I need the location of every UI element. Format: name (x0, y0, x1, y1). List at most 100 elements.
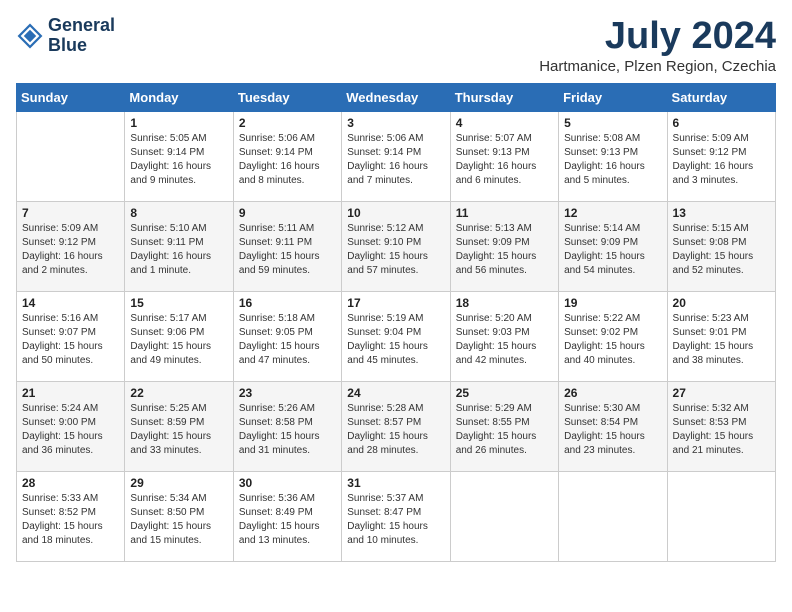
day-info: Sunrise: 5:12 AMSunset: 9:10 PMDaylight:… (347, 222, 444, 278)
day-number: 8 (130, 206, 227, 220)
day-info: Sunrise: 5:15 AMSunset: 9:08 PMDaylight:… (673, 222, 770, 278)
day-info: Sunrise: 5:18 AMSunset: 9:05 PMDaylight:… (239, 312, 336, 368)
day-info: Sunrise: 5:23 AMSunset: 9:01 PMDaylight:… (673, 312, 770, 368)
day-number: 1 (130, 116, 227, 130)
calendar-cell: 23Sunrise: 5:26 AMSunset: 8:58 PMDayligh… (233, 381, 341, 471)
day-info: Sunrise: 5:22 AMSunset: 9:02 PMDaylight:… (564, 312, 661, 368)
calendar-week-row: 7Sunrise: 5:09 AMSunset: 9:12 PMDaylight… (17, 201, 776, 291)
day-info: Sunrise: 5:06 AMSunset: 9:14 PMDaylight:… (239, 132, 336, 188)
calendar-cell: 4 Sunrise: 5:07 AMSunset: 9:13 PMDaylight… (450, 111, 558, 201)
day-info: Sunrise: 5:34 AMSunset: 8:50 PMDaylight:… (130, 492, 227, 548)
weekday-header: Sunday (17, 83, 125, 111)
day-info: Sunrise: 5:14 AMSunset: 9:09 PMDaylight:… (564, 222, 661, 278)
day-number: 21 (22, 386, 119, 400)
calendar-cell: 15Sunrise: 5:17 AMSunset: 9:06 PMDayligh… (125, 291, 233, 381)
day-info: Sunrise: 5:08 AMSunset: 9:13 PMDaylight:… (564, 132, 661, 188)
calendar-cell (450, 471, 558, 561)
day-info: Sunrise: 5:09 AMSunset: 9:12 PMDaylight:… (673, 132, 770, 188)
day-number: 11 (456, 206, 553, 220)
page-header: General Blue July 2024 Hartmanice, Plzen… (16, 16, 776, 75)
weekday-header: Monday (125, 83, 233, 111)
calendar-week-row: 28 Sunrise: 5:33 AMSunset: 8:52 PMDayligh… (17, 471, 776, 561)
title-section: July 2024 Hartmanice, Plzen Region, Czec… (539, 16, 776, 75)
day-info: Sunrise: 5:11 AMSunset: 9:11 PMDaylight:… (239, 222, 336, 278)
day-number: 17 (347, 296, 444, 310)
day-info: Sunrise: 5:37 AMSunset: 8:47 PMDaylight:… (347, 492, 444, 548)
logo-line2: Blue (48, 36, 115, 56)
location: Hartmanice, Plzen Region, Czechia (539, 58, 776, 75)
day-number: 26 (564, 386, 661, 400)
day-number: 24 (347, 386, 444, 400)
day-number: 3 (347, 116, 444, 130)
calendar-cell (667, 471, 775, 561)
calendar-cell: 25 Sunrise: 5:29 AMSunset: 8:55 PMDayligh… (450, 381, 558, 471)
day-info: Sunrise: 5:19 AMSunset: 9:04 PMDaylight:… (347, 312, 444, 368)
calendar-table: SundayMondayTuesdayWednesdayThursdayFrid… (16, 83, 776, 562)
weekday-row: SundayMondayTuesdayWednesdayThursdayFrid… (17, 83, 776, 111)
calendar-cell: 11Sunrise: 5:13 AMSunset: 9:09 PMDayligh… (450, 201, 558, 291)
calendar-cell: 13 Sunrise: 5:15 AMSunset: 9:08 PMDayligh… (667, 201, 775, 291)
day-number: 18 (456, 296, 553, 310)
day-info: Sunrise: 5:20 AMSunset: 9:03 PMDaylight:… (456, 312, 553, 368)
month-title: July 2024 (539, 16, 776, 58)
weekday-header: Saturday (667, 83, 775, 111)
day-number: 13 (673, 206, 770, 220)
calendar-cell: 6 Sunrise: 5:09 AMSunset: 9:12 PMDaylight… (667, 111, 775, 201)
calendar-cell: 28 Sunrise: 5:33 AMSunset: 8:52 PMDayligh… (17, 471, 125, 561)
day-number: 4 (456, 116, 553, 130)
calendar-cell: 8 Sunrise: 5:10 AMSunset: 9:11 PMDaylight… (125, 201, 233, 291)
day-number: 28 (22, 476, 119, 490)
day-info: Sunrise: 5:16 AMSunset: 9:07 PMDaylight:… (22, 312, 119, 368)
weekday-header: Thursday (450, 83, 558, 111)
day-info: Sunrise: 5:24 AMSunset: 9:00 PMDaylight:… (22, 402, 119, 458)
calendar-cell: 7Sunrise: 5:09 AMSunset: 9:12 PMDaylight… (17, 201, 125, 291)
day-info: Sunrise: 5:10 AMSunset: 9:11 PMDaylight:… (130, 222, 227, 278)
logo: General Blue (16, 16, 115, 56)
day-number: 10 (347, 206, 444, 220)
calendar-cell: 16 Sunrise: 5:18 AMSunset: 9:05 PMDayligh… (233, 291, 341, 381)
calendar-cell: 3 Sunrise: 5:06 AMSunset: 9:14 PMDaylight… (342, 111, 450, 201)
calendar-cell (559, 471, 667, 561)
calendar-week-row: 1 Sunrise: 5:05 AMSunset: 9:14 PMDaylight… (17, 111, 776, 201)
calendar-cell (17, 111, 125, 201)
calendar-cell: 1 Sunrise: 5:05 AMSunset: 9:14 PMDaylight… (125, 111, 233, 201)
day-info: Sunrise: 5:33 AMSunset: 8:52 PMDaylight:… (22, 492, 119, 548)
day-info: Sunrise: 5:17 AMSunset: 9:06 PMDaylight:… (130, 312, 227, 368)
calendar-cell: 17 Sunrise: 5:19 AMSunset: 9:04 PMDayligh… (342, 291, 450, 381)
day-info: Sunrise: 5:32 AMSunset: 8:53 PMDaylight:… (673, 402, 770, 458)
day-number: 16 (239, 296, 336, 310)
calendar-cell: 2 Sunrise: 5:06 AMSunset: 9:14 PMDaylight… (233, 111, 341, 201)
calendar-header: SundayMondayTuesdayWednesdayThursdayFrid… (17, 83, 776, 111)
calendar-cell: 19 Sunrise: 5:22 AMSunset: 9:02 PMDayligh… (559, 291, 667, 381)
calendar-cell: 14Sunrise: 5:16 AMSunset: 9:07 PMDayligh… (17, 291, 125, 381)
calendar-cell: 20Sunrise: 5:23 AMSunset: 9:01 PMDayligh… (667, 291, 775, 381)
day-number: 27 (673, 386, 770, 400)
day-info: Sunrise: 5:07 AMSunset: 9:13 PMDaylight:… (456, 132, 553, 188)
day-info: Sunrise: 5:05 AMSunset: 9:14 PMDaylight:… (130, 132, 227, 188)
calendar-cell: 21 Sunrise: 5:24 AMSunset: 9:00 PMDayligh… (17, 381, 125, 471)
weekday-header: Wednesday (342, 83, 450, 111)
day-number: 6 (673, 116, 770, 130)
calendar-cell: 5 Sunrise: 5:08 AMSunset: 9:13 PMDaylight… (559, 111, 667, 201)
day-info: Sunrise: 5:29 AMSunset: 8:55 PMDaylight:… (456, 402, 553, 458)
calendar-cell: 12 Sunrise: 5:14 AMSunset: 9:09 PMDayligh… (559, 201, 667, 291)
day-number: 12 (564, 206, 661, 220)
weekday-header: Friday (559, 83, 667, 111)
day-number: 29 (130, 476, 227, 490)
calendar-cell: 9Sunrise: 5:11 AMSunset: 9:11 PMDaylight… (233, 201, 341, 291)
day-info: Sunrise: 5:28 AMSunset: 8:57 PMDaylight:… (347, 402, 444, 458)
day-number: 23 (239, 386, 336, 400)
day-number: 19 (564, 296, 661, 310)
day-info: Sunrise: 5:30 AMSunset: 8:54 PMDaylight:… (564, 402, 661, 458)
day-number: 5 (564, 116, 661, 130)
calendar-cell: 22Sunrise: 5:25 AMSunset: 8:59 PMDayligh… (125, 381, 233, 471)
calendar-week-row: 14Sunrise: 5:16 AMSunset: 9:07 PMDayligh… (17, 291, 776, 381)
day-info: Sunrise: 5:06 AMSunset: 9:14 PMDaylight:… (347, 132, 444, 188)
calendar-cell: 29 Sunrise: 5:34 AMSunset: 8:50 PMDayligh… (125, 471, 233, 561)
day-number: 25 (456, 386, 553, 400)
calendar-cell: 24 Sunrise: 5:28 AMSunset: 8:57 PMDayligh… (342, 381, 450, 471)
logo-text: General Blue (48, 16, 115, 56)
calendar-cell: 26 Sunrise: 5:30 AMSunset: 8:54 PMDayligh… (559, 381, 667, 471)
day-info: Sunrise: 5:09 AMSunset: 9:12 PMDaylight:… (22, 222, 119, 278)
day-number: 2 (239, 116, 336, 130)
